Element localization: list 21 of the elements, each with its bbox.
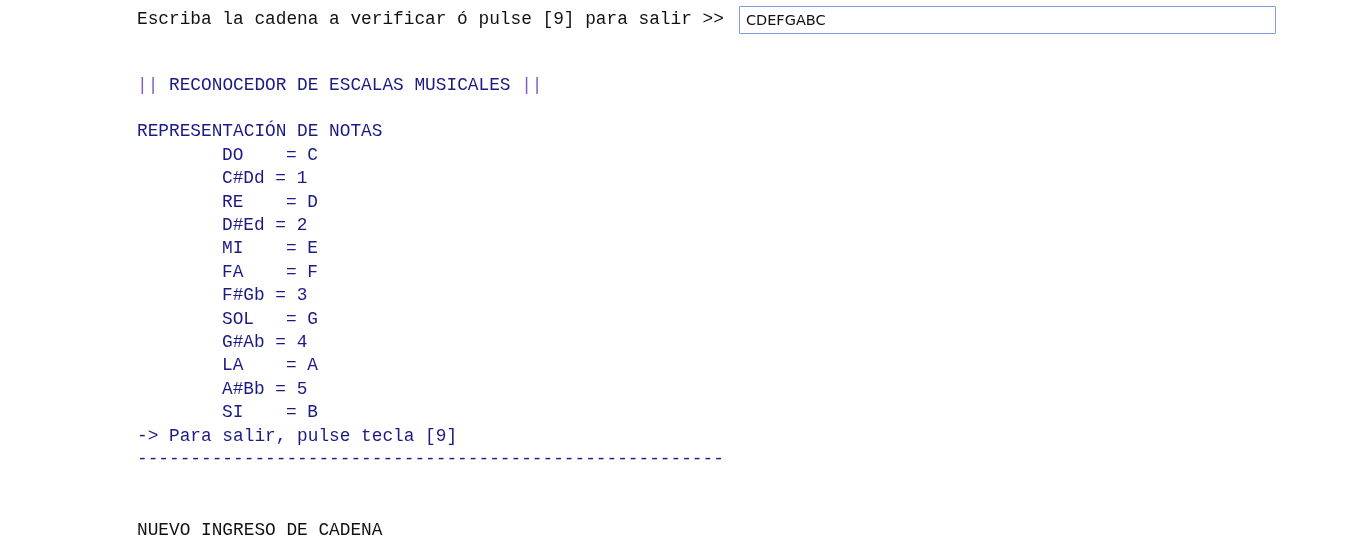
note-mapping: FA = F (221, 260, 319, 284)
input-field[interactable]: CDEFGABC (738, 6, 1276, 34)
note-mapping: C#Dd = 1 (221, 167, 308, 191)
title-mark: || (521, 74, 543, 97)
section-heading: NUEVO INGRESO DE CADENA (137, 518, 383, 542)
section-heading: REPRESENTACIÓN DE NOTAS (137, 120, 383, 144)
note-mapping: SOL = G (221, 307, 319, 331)
title-mark: || (137, 74, 159, 97)
note-mapping: MI = E (221, 237, 319, 261)
prompt-label: Escriba la cadena a verificar ó pulse [9] para salir >> (137, 8, 724, 32)
note-mapping: F#Gb = 3 (221, 284, 308, 308)
program-title: RECONOCEDOR DE ESCALAS MUSICALES (169, 74, 511, 97)
note-mapping: A#Bb = 5 (221, 377, 308, 401)
note-mapping: SI = B (221, 401, 319, 425)
note-mapping: RE = D (221, 190, 319, 214)
dashed-divider: ------------------------------------------------------- (137, 448, 724, 472)
note-mapping: D#Ed = 2 (221, 214, 308, 238)
note-mapping: G#Ab = 4 (221, 331, 308, 355)
note-mapping: DO = C (221, 143, 319, 167)
note-mapping: LA = A (221, 354, 319, 378)
exit-hint: -> Para salir, pulse tecla [9] (137, 424, 458, 448)
